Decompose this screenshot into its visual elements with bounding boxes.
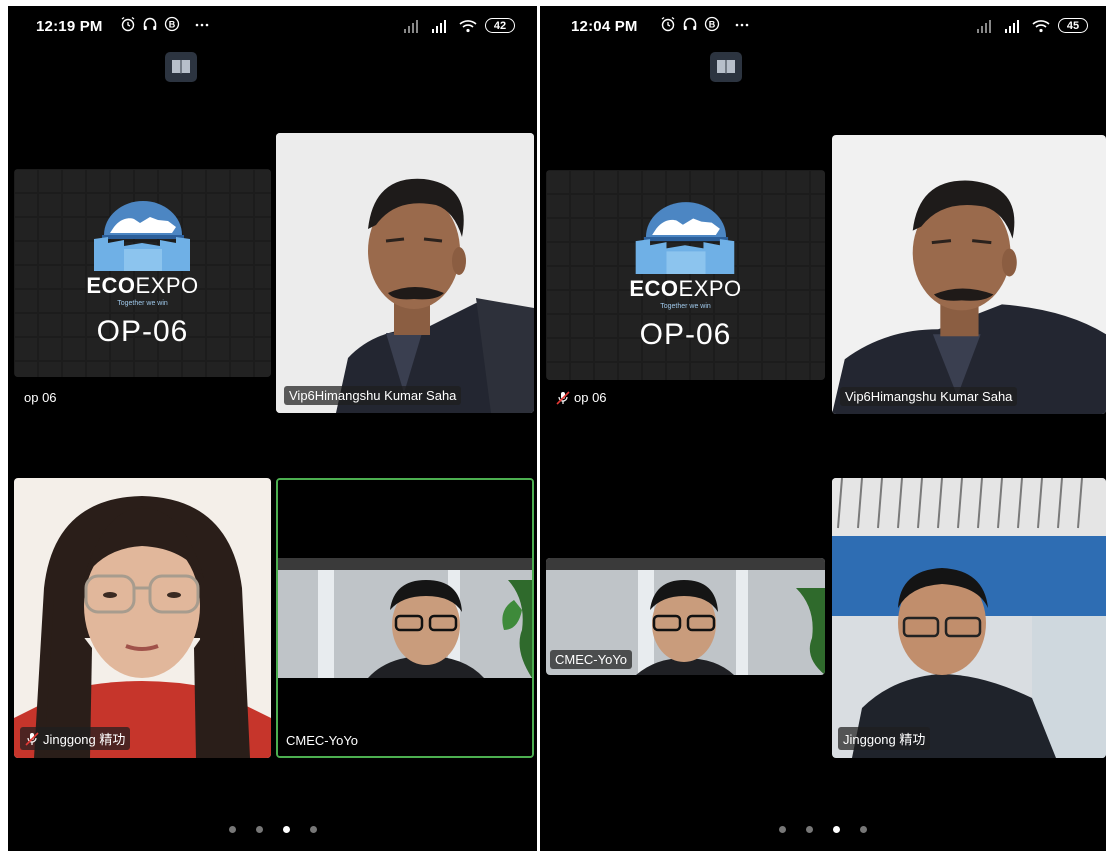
participant-name-label: Jinggong 精功 [20, 727, 131, 750]
participant-name: Jinggong 精功 [43, 732, 126, 747]
wifi-icon [459, 19, 477, 32]
participant-video [832, 135, 1106, 414]
participant-name: op 06 [574, 390, 607, 405]
status-bar: 12:19 PM B 42 [8, 6, 537, 50]
svg-text:B: B [709, 20, 716, 30]
participant-name-label: op 06 [24, 390, 57, 405]
mic-off-icon [556, 390, 570, 405]
booth-code: OP-06 [96, 315, 189, 348]
participant-video [14, 478, 271, 758]
wifi-icon [1032, 19, 1050, 32]
participant-video [832, 478, 1106, 758]
mic-off-icon [25, 731, 39, 746]
page-dot-active[interactable] [833, 826, 840, 833]
participant-name-label: Vip6Himangshu Kumar Saha [284, 386, 462, 405]
status-system-icons: 45 [976, 18, 1088, 33]
signal-icon [977, 19, 991, 33]
video-tile-himangshu[interactable]: Vip6Himangshu Kumar Saha [832, 135, 1106, 414]
alarm-icon [121, 16, 135, 32]
battery-icon: 42 [485, 18, 515, 33]
page-dot[interactable] [806, 826, 813, 833]
video-tile-cmec-yoyo-active[interactable]: CMEC-YoYo [276, 478, 534, 758]
participant-name-label: Jinggong 精功 [838, 727, 931, 750]
participant-name: Jinggong 精功 [843, 732, 926, 747]
participant-video [276, 133, 534, 413]
participant-name: op 06 [24, 390, 57, 405]
video-tile-op06[interactable]: ECOEXPO Together we win OP-06 [14, 169, 271, 377]
page-dot[interactable] [228, 826, 236, 833]
phone-screen-left: 12:19 PM B 42 ECOEXPO Together we win OP… [8, 6, 537, 851]
more-icon [195, 23, 209, 27]
signal-icon [404, 19, 418, 33]
headphones-icon [683, 17, 697, 30]
phone-screen-right: 12:04 PM B 45 ECOEXPO Together we win OP… [540, 6, 1106, 851]
participant-name-label: Vip6Himangshu Kumar Saha [840, 387, 1018, 406]
svg-text:B: B [169, 20, 176, 30]
ecoexpo-wordmark: ECOEXPO [86, 273, 199, 298]
participant-name: CMEC-YoYo [555, 652, 628, 667]
logo-tagline: Together we win [117, 300, 168, 307]
video-tile-cmec-yoyo[interactable]: CMEC-YoYo [546, 558, 825, 675]
b-circle-icon: B [704, 16, 720, 32]
page-dot[interactable] [255, 826, 263, 833]
page-indicator[interactable] [8, 826, 537, 833]
page-dot[interactable] [309, 826, 317, 833]
status-notification-icons: B [120, 16, 210, 32]
book-app-icon[interactable] [710, 52, 742, 82]
battery-icon: 45 [1058, 18, 1088, 33]
b-circle-icon: B [164, 16, 180, 32]
book-icon [717, 60, 735, 74]
participant-video [278, 480, 532, 756]
participant-name: CMEC-YoYo [286, 733, 359, 748]
status-time: 12:19 PM [36, 18, 103, 35]
alarm-icon [661, 16, 675, 32]
video-tile-jinggong[interactable]: Jinggong 精功 [14, 478, 271, 758]
more-icon [735, 23, 749, 27]
booth-code: OP-06 [639, 318, 732, 351]
ecoexpo-logo: ECOEXPO Together we win OP-06 [14, 169, 271, 377]
book-app-icon[interactable] [165, 52, 197, 82]
book-icon [172, 60, 190, 74]
page-indicator[interactable] [540, 826, 1106, 833]
signal-icon [1005, 19, 1019, 33]
participant-name-label: CMEC-YoYo [550, 650, 633, 669]
status-time: 12:04 PM [571, 18, 638, 35]
ecoexpo-wordmark: ECOEXPO [629, 276, 742, 301]
globe-logo-icon [635, 202, 734, 274]
headphones-icon [143, 17, 157, 30]
participant-name: Vip6Himangshu Kumar Saha [289, 388, 457, 403]
participant-name-label: CMEC-YoYo [286, 733, 358, 748]
page-dot[interactable] [860, 826, 867, 833]
signal-icon [432, 19, 446, 33]
ecoexpo-logo: ECOEXPO Together we win OP-06 [546, 170, 825, 380]
video-tile-jinggong[interactable]: Jinggong 精功 [832, 478, 1106, 758]
status-bar: 12:04 PM B 45 [540, 6, 1106, 50]
globe-logo-icon [93, 201, 190, 271]
participant-name: Vip6Himangshu Kumar Saha [845, 389, 1013, 404]
status-system-icons: 42 [403, 18, 515, 33]
participant-name-label: op 06 [556, 390, 607, 405]
logo-tagline: Together we win [660, 303, 711, 310]
video-tile-op06[interactable]: ECOEXPO Together we win OP-06 [546, 170, 825, 380]
status-notification-icons: B [660, 16, 750, 32]
video-tile-himangshu[interactable]: Vip6Himangshu Kumar Saha [276, 133, 534, 413]
page-dot[interactable] [779, 826, 786, 833]
page-dot-active[interactable] [282, 826, 290, 833]
